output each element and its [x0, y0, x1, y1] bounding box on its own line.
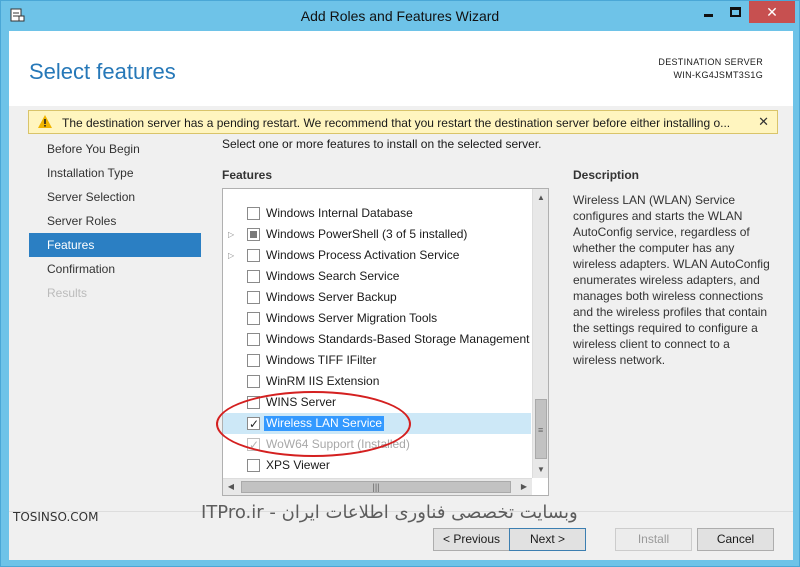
nav-item-confirmation[interactable]: Confirmation [29, 257, 201, 281]
feature-label: Windows PowerShell (3 of 5 installed) [266, 227, 468, 241]
feature-checkbox[interactable] [247, 459, 260, 472]
feature-checkbox[interactable] [247, 207, 260, 220]
feature-label: Windows Internal Database [266, 206, 413, 220]
warning-icon [38, 115, 52, 128]
feature-row[interactable]: Windows Server Migration Tools [223, 308, 531, 329]
close-icon: ✕ [766, 3, 778, 20]
feature-row[interactable]: Windows Internal Database [223, 203, 531, 224]
feature-row[interactable]: ▷ Windows Process Activation Service [223, 245, 531, 266]
scroll-up-icon[interactable]: ▲ [533, 189, 548, 206]
vertical-scroll-thumb[interactable]: ≡ [535, 399, 547, 459]
feature-label: Windows Search Service [266, 269, 400, 283]
nav-item-server-selection[interactable]: Server Selection [29, 185, 201, 209]
horizontal-scroll-thumb[interactable]: ||| [241, 481, 511, 493]
minimize-button[interactable] [695, 1, 721, 23]
expand-icon[interactable]: ▷ [228, 224, 234, 245]
description-heading: Description [573, 168, 640, 182]
feature-label: Windows Standards-Based Storage Manageme… [266, 332, 530, 346]
feature-checkbox[interactable] [247, 333, 260, 346]
maximize-button[interactable] [722, 1, 748, 23]
feature-row[interactable]: Windows TIFF IFilter [223, 350, 531, 371]
destination-server-name: WIN-KG4JSMT3S1G [673, 70, 763, 80]
title-bar[interactable]: Add Roles and Features Wizard ✕ [1, 1, 799, 31]
wizard-nav: Before You Begin Installation Type Serve… [29, 137, 201, 305]
next-button[interactable]: Next > [509, 528, 586, 551]
watermark-left: TOSINSO.COM [13, 510, 99, 524]
maximize-icon [729, 7, 741, 17]
feature-label: Windows TIFF IFilter [266, 353, 377, 367]
feature-checkbox[interactable] [247, 291, 260, 304]
feature-checkbox[interactable] [247, 270, 260, 283]
feature-label: Windows Server Backup [266, 290, 397, 304]
nav-item-before-you-begin[interactable]: Before You Begin [29, 137, 201, 161]
feature-label: XPS Viewer [266, 458, 330, 472]
expand-icon[interactable]: ▷ [228, 245, 234, 266]
page-title: Select features [29, 59, 176, 84]
feature-checkbox[interactable] [247, 249, 260, 262]
feature-label: Windows Server Migration Tools [266, 311, 438, 325]
feature-row[interactable]: WinRM IIS Extension [223, 371, 531, 392]
annotation-circle [216, 391, 411, 457]
previous-button[interactable]: < Previous [433, 528, 510, 551]
install-button: Install [615, 528, 692, 551]
feature-row[interactable]: ▷ Windows PowerShell (3 of 5 installed) [223, 224, 531, 245]
warning-text: The destination server has a pending res… [62, 116, 731, 130]
scroll-left-icon[interactable]: ◀ [223, 479, 239, 495]
feature-label: Windows Process Activation Service [266, 248, 460, 262]
feature-row[interactable]: XPS Viewer [223, 455, 531, 476]
feature-row[interactable]: Windows Server Backup [223, 287, 531, 308]
feature-checkbox[interactable] [247, 354, 260, 367]
feature-row[interactable]: Windows Standards-Based Storage Manageme… [223, 329, 531, 350]
cancel-button[interactable]: Cancel [697, 528, 774, 551]
grip-icon: ≡ [538, 425, 544, 435]
nav-item-features[interactable]: Features [29, 233, 201, 257]
wizard-window: Add Roles and Features Wizard ✕ Select f… [0, 0, 800, 567]
pending-restart-warning: The destination server has a pending res… [28, 110, 778, 134]
scroll-right-icon[interactable]: ▶ [516, 479, 532, 495]
close-button[interactable]: ✕ [749, 1, 795, 23]
destination-server-label: DESTINATION SERVER [658, 57, 763, 67]
feature-row[interactable]: Windows Search Service [223, 266, 531, 287]
minimize-icon [703, 13, 713, 17]
feature-checkbox[interactable] [247, 375, 260, 388]
nav-item-server-roles[interactable]: Server Roles [29, 209, 201, 233]
wizard-header: Select features DESTINATION SERVER WIN-K… [9, 31, 793, 106]
wizard-client: Select features DESTINATION SERVER WIN-K… [9, 31, 793, 560]
feature-checkbox[interactable] [247, 228, 260, 241]
window-title: Add Roles and Features Wizard [300, 8, 500, 24]
nav-item-installation-type[interactable]: Installation Type [29, 161, 201, 185]
nav-item-results: Results [47, 286, 88, 300]
horizontal-scrollbar[interactable]: ◀ ||| ▶ [223, 478, 532, 495]
watermark-right: وبسایت تخصصی فناوری اطلاعات ایران - ITPr… [201, 502, 578, 523]
vertical-scrollbar[interactable]: ▲ ≡ ▼ [532, 189, 548, 478]
instruction-text: Select one or more features to install o… [222, 137, 542, 151]
feature-checkbox[interactable] [247, 312, 260, 325]
features-heading: Features [222, 168, 273, 182]
feature-label: WinRM IIS Extension [266, 374, 380, 388]
dismiss-warning-icon[interactable]: ✕ [758, 114, 769, 130]
description-text: Wireless LAN (WLAN) Service configures a… [573, 193, 770, 367]
scroll-down-icon[interactable]: ▼ [533, 461, 548, 478]
